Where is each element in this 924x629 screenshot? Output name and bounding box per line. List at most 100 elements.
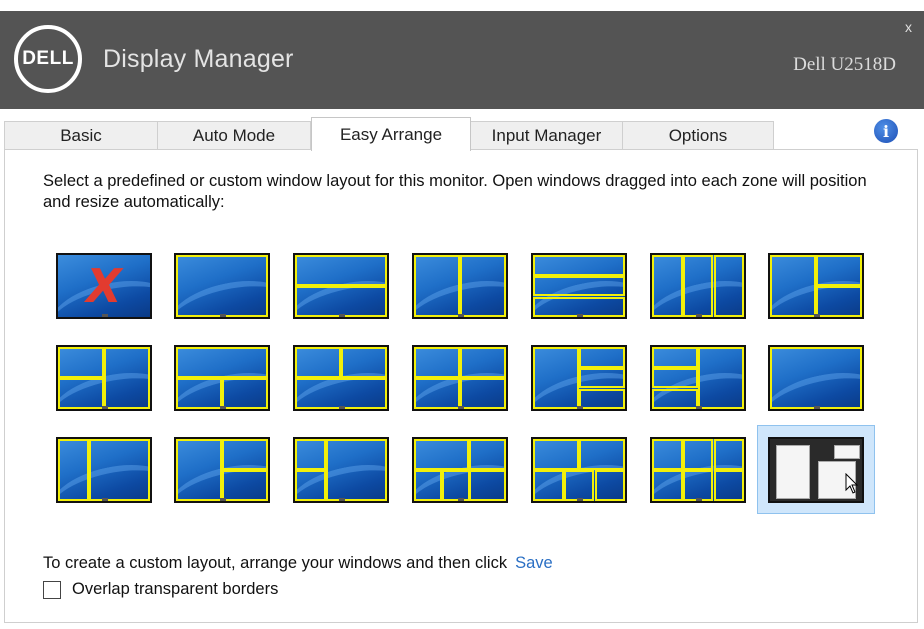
layout-zone [460,255,506,317]
layout-left-3-right-1[interactable] [650,345,746,411]
layout-left-1-right-2b[interactable] [174,437,270,503]
tab-label: Input Manager [491,126,602,145]
overlap-label: Overlap transparent borders [72,580,279,598]
monitor-stand [814,406,820,409]
tab-input-manager[interactable]: Input Manager [470,121,623,150]
layout-zone [714,255,744,317]
layout-zone [460,378,506,409]
layout-zone [595,470,625,501]
title-bar: DELL Display Manager Dell U2518D x [0,11,924,109]
layout-zone [414,255,460,317]
tab-label: Basic [60,126,102,145]
layout-narrow-left-wide-right[interactable] [56,437,152,503]
red-x-icon: X [86,259,122,313]
layout-zone [683,255,713,317]
layout-zone [533,439,579,470]
layout-grid-2x2[interactable] [412,345,508,411]
layout-zone [414,347,460,378]
dell-logo-text: DELL [22,48,74,69]
layout-zone [533,347,579,409]
layout-zone [714,439,744,470]
layout-zone [564,470,594,501]
mouse-cursor-icon [845,473,859,494]
tab-options[interactable]: Options [622,121,774,150]
tab-label: Options [668,126,728,145]
layout-zone [652,368,698,388]
layout-zone [295,347,341,378]
monitor-stand [458,314,464,317]
layout-zone [652,255,683,317]
layout-top-2-bottom-1[interactable] [293,345,389,411]
tab-easy-arrange[interactable]: Easy Arrange [311,117,471,151]
layout-zone [652,439,683,470]
monitor-stand [458,406,464,409]
layout-left-2-right-1b[interactable] [293,437,389,503]
tab-bar: Basic Auto Mode Easy Arrange Input Manag… [4,117,884,151]
layout-zone [176,439,222,501]
layout-zone [176,378,222,409]
layout-zone [579,439,625,470]
layout-zone [714,470,744,501]
layout-zone [652,347,698,368]
layout-3-cols[interactable] [650,253,746,319]
tab-label: Easy Arrange [339,124,443,144]
monitor-stand [696,498,702,501]
layout-3-rows[interactable] [531,253,627,319]
monitor-stand [577,498,583,501]
monitor-stand [814,314,820,317]
monitor-stand [339,406,345,409]
layout-zone [222,439,268,470]
overlap-checkbox[interactable] [43,580,61,599]
tab-label: Auto Mode [192,126,276,145]
monitor-stand [339,314,345,317]
layout-none[interactable]: X [56,253,152,319]
tab-basic[interactable]: Basic [4,121,158,150]
layout-zone [89,439,150,501]
monitor-stand [458,498,464,501]
monitor-stand [220,498,226,501]
layout-2-cols[interactable] [412,253,508,319]
monitor-stand [577,314,583,317]
layout-zone [295,378,387,409]
info-icon[interactable]: i [874,119,898,143]
layout-zone [652,389,698,409]
layout-2-rows[interactable] [293,253,389,319]
layout-zone [295,286,387,317]
layout-zone [414,439,469,470]
monitor-stand [339,498,345,501]
layout-zone [469,439,506,470]
custom-window [776,445,810,499]
close-button[interactable]: x [905,20,912,34]
layout-grid-3x2[interactable] [650,437,746,503]
layout-left-2-right-1[interactable] [56,345,152,411]
layout-left-1-right-2[interactable] [768,253,864,319]
layout-zone [58,378,104,409]
layout-zone [176,347,268,378]
layout-zone [104,347,150,409]
layout-full[interactable] [174,253,270,319]
layout-zone [295,255,387,286]
custom-layout-text: To create a custom layout, arrange your … [43,554,508,572]
layout-left-1-right-3[interactable] [531,345,627,411]
monitor-name: Dell U2518D [793,54,896,75]
layout-zone [770,347,862,409]
monitor-stand [102,406,108,409]
layout-zone [652,470,683,501]
layout-zone [683,470,713,501]
monitor-stand [577,406,583,409]
save-link[interactable]: Save [515,554,553,572]
layout-zone [222,378,268,409]
custom-window [834,445,860,459]
layout-wide-left-narrow-right[interactable] [768,345,864,411]
tab-auto-mode[interactable]: Auto Mode [157,121,311,150]
layout-zone [58,347,104,378]
layout-zone [698,347,744,409]
layout-zone [326,439,387,501]
layout-zone [533,255,625,276]
layout-zone [222,470,268,501]
layout-grid-2x2-plus[interactable] [412,437,508,503]
layout-top-2-bottom-3[interactable] [531,437,627,503]
overlap-option: Overlap transparent borders [43,580,278,599]
layout-zone [579,347,625,368]
layout-top-1-bottom-2-wide[interactable] [174,345,270,411]
